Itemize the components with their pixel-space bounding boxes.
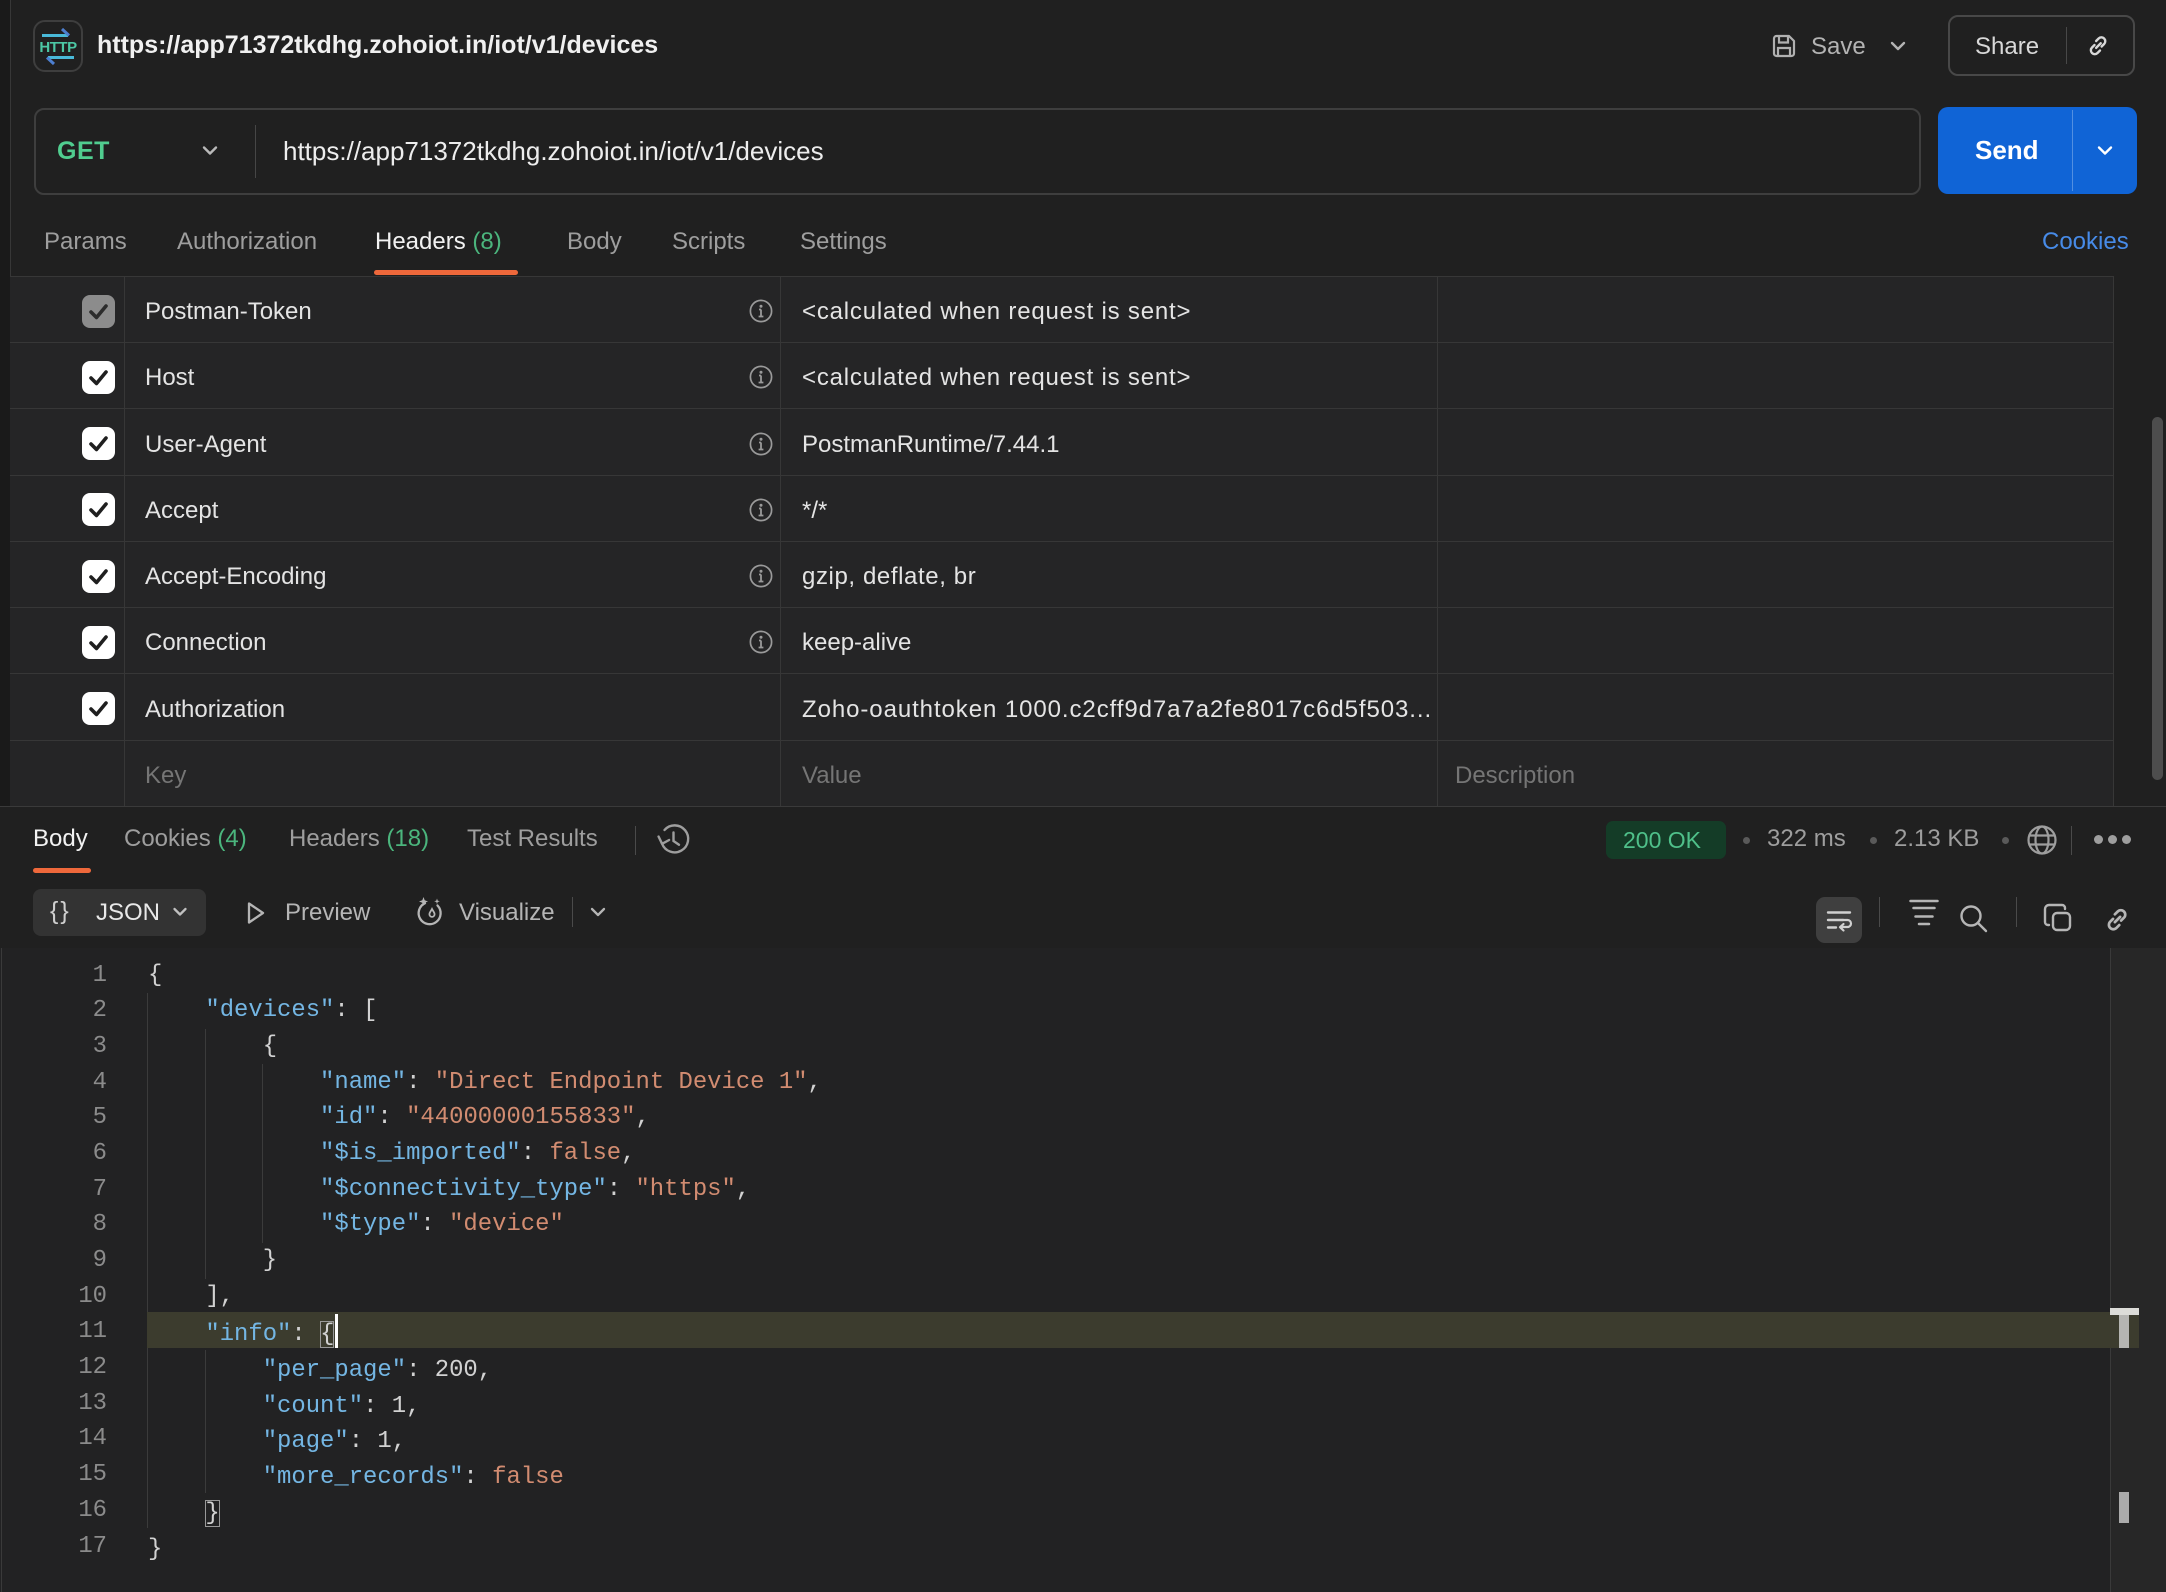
svg-text:HTTP: HTTP — [39, 39, 77, 56]
